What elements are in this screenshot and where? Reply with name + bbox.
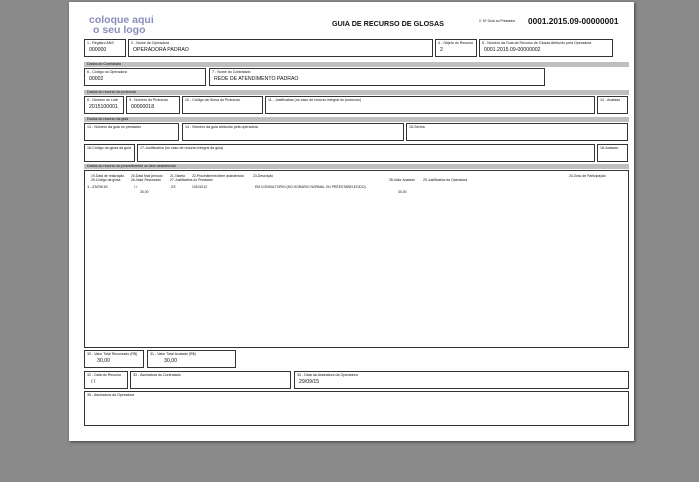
row-valor-recursado: 30,00: [140, 190, 149, 194]
col-header-codigo-glosa: 25-Código da glosa: [91, 178, 121, 182]
field-justificativa-guia: 17-Justificativa (no caso de recurso int…: [137, 144, 595, 162]
field-label: 3 - Nome da Operadora: [131, 41, 169, 45]
field-value: 30,00: [97, 358, 110, 364]
field-label: 16-Código da glosa da guia: [87, 146, 131, 150]
field-value: 2: [440, 47, 443, 53]
field-valor-total-recursado: 30 - Valor Total Recursado (R$) 30,00: [84, 350, 144, 368]
field-label: 11 - Justificativa (no caso de recurso i…: [268, 98, 362, 102]
field-label: 7 - Nome do Contratado: [212, 70, 251, 74]
document-title: GUIA DE RECURSO DE GLOSAS: [332, 19, 444, 28]
field-numero-guia-prestador: 13 - Número da guia no prestador: [84, 123, 179, 141]
field-numero-protocolo: 9 - Número do Protocolo 00000018: [126, 96, 180, 114]
field-label: 15-Senha: [409, 125, 425, 129]
field-label: 14 - Número da guia atribuído pela opera…: [185, 125, 258, 129]
field-numero-guia-operadora: 14 - Número da guia atribuído pela opera…: [182, 123, 404, 141]
field-value: 000000: [89, 47, 107, 53]
col-header-grau-participacao: 24-Grau de Participação: [569, 174, 606, 178]
field-assinatura-operadora: 35 - Assinatura da Operadora: [84, 391, 629, 426]
field-value: / /: [91, 379, 96, 385]
section-protocolo: Dados do recurso do protocolo: [84, 90, 629, 95]
field-label: 34 - Data da Assinatura da Operadora: [297, 373, 358, 377]
field-data-recurso: 32 - Data do Recurso / /: [84, 371, 128, 389]
col-header-descricao: 23-Descrição: [253, 174, 273, 178]
logo-line-2: o seu logo: [93, 23, 146, 36]
field-label: 13 - Número da guia no prestador: [87, 125, 141, 129]
field-justificativa-protocolo: 11 - Justificativa (no caso de recurso i…: [265, 96, 595, 114]
field-label: 4 - Objeto do Recurso: [438, 41, 474, 45]
field-label: 8 - Número do Lote: [87, 98, 118, 102]
field-acatado-protocolo: 12 - Acatado: [597, 96, 628, 114]
field-label: 10 - Código da Glosa do Protocolo: [185, 98, 241, 102]
procedure-table: 19-Data de realização 20-Data final perí…: [84, 170, 629, 348]
field-value: 2015100001: [89, 104, 118, 110]
field-label: 35 - Assinatura da Operadora: [87, 393, 135, 397]
row-descricao: EM CONSULTORIO (NO HORARIO NORMAL OU PRE…: [255, 185, 366, 189]
document-page: coloque aqui o seu logo GUIA DE RECURSO …: [69, 2, 634, 441]
field-nome-operadora: 3 - Nome da Operadora OPERADORA PADRAO: [128, 39, 433, 57]
field-value: REDE DE ATENDIMENTO PADRAO: [214, 76, 299, 82]
field-label: 33 - Assinatura do Contratado: [133, 373, 181, 377]
section-procedimento: Dados do recurso do procedimento ou item…: [84, 164, 629, 169]
field-label: 12 - Acatado: [600, 98, 621, 102]
field-label: 6 - Código na Operadora: [87, 70, 127, 74]
section-contratado: Dados do Contratado: [84, 62, 629, 67]
field-acatado-guia: 18-Acatado: [597, 144, 628, 162]
row-data-realizacao: 23/09/15: [92, 184, 108, 189]
field-value: 30,00: [164, 358, 177, 364]
guia-prestador-number: 0001.2015.09-00000001: [528, 16, 619, 26]
field-value: OPERADORA PADRAO: [133, 47, 189, 53]
field-label: 17-Justificativa (no caso de recurso int…: [140, 146, 224, 150]
field-value: 00002: [89, 76, 104, 82]
field-codigo-operadora: 6 - Código na Operadora 00002: [84, 68, 206, 86]
field-valor-total-acatado: 31 - Valor Total Acatado (R$) 30,00: [147, 350, 236, 368]
field-nome-contratado: 7 - Nome do Contratado REDE DE ATENDIMEN…: [209, 68, 545, 86]
field-label: 5 - Número da Guia de Recurso de Glosas …: [482, 41, 592, 45]
col-header-valor-recursado: 26-Valor Recursado: [131, 178, 161, 182]
row-procedimento: 10101012: [192, 185, 208, 189]
col-header-justificativa-operadora: 29-Justificativa da Operadora: [423, 178, 468, 182]
field-value: 0001.2015.09-00000002: [484, 47, 541, 53]
row-tabela: 23: [171, 184, 176, 189]
field-label: 9 - Número do Protocolo: [129, 98, 169, 102]
logo-placeholder: coloque aqui o seu logo: [89, 15, 161, 38]
field-codigo-glosa-guia: 16-Código da glosa da guia: [84, 144, 135, 162]
field-data-assinatura-operadora: 34 - Data da Assinatura da Operadora 29/…: [294, 371, 629, 389]
field-codigo-glosa-protocolo: 10 - Código da Glosa do Protocolo: [182, 96, 263, 114]
section-guia: Dados do recurso da guia: [84, 117, 629, 122]
field-value: 00000018: [131, 104, 155, 110]
field-numero-lote: 8 - Número do Lote 2015100001: [84, 96, 124, 114]
field-objeto-recurso: 4 - Objeto do Recurso 2: [435, 39, 477, 57]
field-senha: 15-Senha: [406, 123, 628, 141]
field-numero-guia-recurso: 5 - Número da Guia de Recurso de Glosas …: [479, 39, 613, 57]
field-label: 31 - Valor Total Acatado (R$): [150, 352, 196, 356]
field-label: 1 - Registro ANS: [87, 41, 114, 45]
field-label: 30 - Valor Total Recursado (R$): [87, 352, 138, 356]
row-valor-acatado: 30,00: [398, 190, 407, 194]
col-header-justificativa-prestador: 27-Justificativa do Prestador: [170, 178, 213, 182]
row-data-final: / /: [134, 184, 138, 189]
field-registro-ans: 1 - Registro ANS 000000: [84, 39, 126, 57]
field-label: 18-Acatado: [600, 146, 619, 150]
field-assinatura-contratado: 33 - Assinatura do Contratado: [130, 371, 291, 389]
field-label: 32 - Data do Recurso: [87, 373, 122, 377]
guia-prestador-label: 2- Nº Guia no Prestador: [479, 19, 516, 23]
col-header-valor-acatado: 28-Valor Acatado: [389, 178, 415, 182]
field-value: 29/09/15: [299, 379, 320, 385]
row-index: 1: [87, 184, 90, 189]
